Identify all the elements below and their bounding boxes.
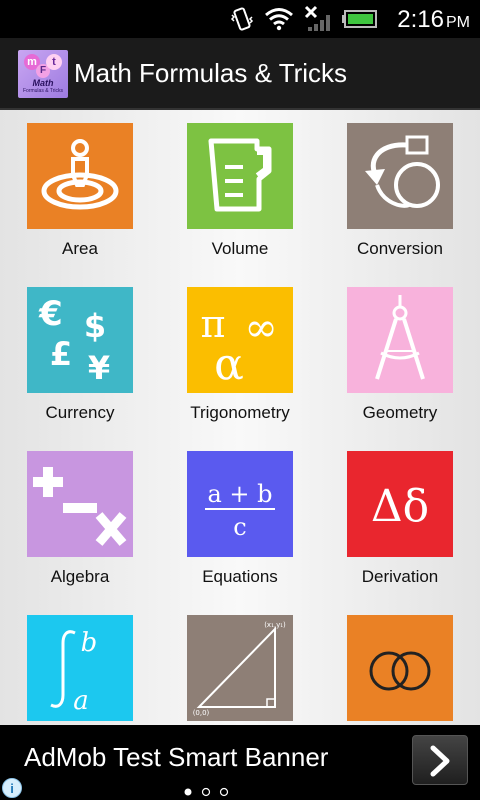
coordinate-origin: (0,0) — [193, 709, 210, 717]
equation-denominator: c — [233, 513, 246, 541]
ad-banner-open-button[interactable] — [412, 735, 468, 785]
integral-lower: a — [73, 686, 89, 716]
ad-banner[interactable]: AdMob Test Smart Banner i — [0, 725, 480, 800]
equation-numerator: a + b — [207, 480, 272, 508]
tile-equations[interactable]: a + b c — [187, 451, 293, 557]
ad-info-icon[interactable]: i — [2, 778, 22, 798]
trigonometry-icon: π ∞ α — [187, 287, 293, 393]
volume-beaker-icon — [187, 123, 293, 229]
area-icon — [27, 123, 133, 229]
no-signal-icon — [304, 5, 330, 31]
battery-icon — [342, 10, 377, 28]
coordinate-top: (x₁,y₁) — [264, 621, 286, 629]
tile-sets[interactable] — [347, 615, 453, 721]
compass-icon — [347, 287, 453, 393]
category-grid: Area Volume Conversion € $ £ ¥ Currency … — [0, 110, 480, 725]
algebra-icon — [27, 451, 133, 557]
ad-banner-text: AdMob Test Smart Banner — [24, 742, 329, 772]
tile-area[interactable] — [27, 123, 133, 229]
derivation-symbols: Δδ — [371, 481, 429, 532]
trig-symbol-infinity: ∞ — [244, 305, 277, 351]
svg-text:€: € — [38, 294, 63, 334]
tile-integration[interactable]: b a — [27, 615, 133, 721]
equations-icon: a + b c — [187, 451, 293, 557]
clock-ampm: PM — [446, 14, 470, 31]
svg-text:$: $ — [84, 307, 106, 345]
currency-icon: € $ £ ¥ — [27, 287, 133, 393]
tile-trigonometry[interactable]: π ∞ α — [187, 287, 293, 393]
tile-currency[interactable]: € $ £ ¥ — [27, 287, 133, 393]
tile-conversion[interactable] — [347, 123, 453, 229]
tile-coordinate-geometry[interactable]: (x₁,y₁) (0,0) — [187, 615, 293, 721]
tile-geometry-label: Geometry — [362, 403, 438, 422]
integral-upper: b — [81, 628, 98, 658]
tile-derivation-label: Derivation — [361, 567, 439, 586]
tile-equations-label: Equations — [202, 567, 278, 586]
wifi-icon — [265, 8, 293, 31]
tile-volume-label: Volume — [211, 239, 269, 258]
app-title: Math Formulas & Tricks — [74, 58, 348, 88]
app-logo[interactable]: m F t Math Formulas & Tricks — [18, 50, 68, 98]
conversion-icon — [347, 123, 453, 229]
status-bar: 2:16 PM — [0, 0, 480, 38]
tile-volume[interactable] — [187, 123, 293, 229]
tile-algebra-label: Algebra — [50, 567, 110, 586]
vibrate-icon — [230, 7, 254, 31]
tile-derivation[interactable]: Δδ — [347, 451, 453, 557]
venn-diagram-icon — [347, 615, 453, 721]
tile-trigonometry-label: Trigonometry — [190, 403, 290, 422]
app-bar: m F t Math Formulas & Tricks Math Formul… — [0, 38, 480, 110]
triangle-coordinates-icon: (x₁,y₁) (0,0) — [187, 615, 293, 721]
logo-text: Math — [32, 78, 54, 88]
clock-time: 2:16 — [397, 6, 444, 33]
clock: 2:16 PM — [397, 6, 470, 34]
tile-geometry[interactable] — [347, 287, 453, 393]
logo-subtext: Formulas & Tricks — [22, 88, 63, 94]
tile-area-label: Area — [62, 239, 98, 258]
status-icons — [230, 4, 378, 34]
ad-pager-dots — [184, 787, 229, 797]
tile-algebra[interactable] — [27, 451, 133, 557]
svg-text:¥: ¥ — [88, 349, 110, 387]
integral-icon: b a — [27, 615, 133, 721]
derivation-icon: Δδ — [347, 451, 453, 557]
svg-text:£: £ — [50, 335, 72, 373]
tile-currency-label: Currency — [45, 403, 115, 422]
logo-letter-3: t — [46, 54, 62, 70]
trig-symbol-alpha: α — [214, 339, 244, 390]
tile-conversion-label: Conversion — [357, 239, 443, 258]
chevron-right-icon — [430, 745, 450, 777]
